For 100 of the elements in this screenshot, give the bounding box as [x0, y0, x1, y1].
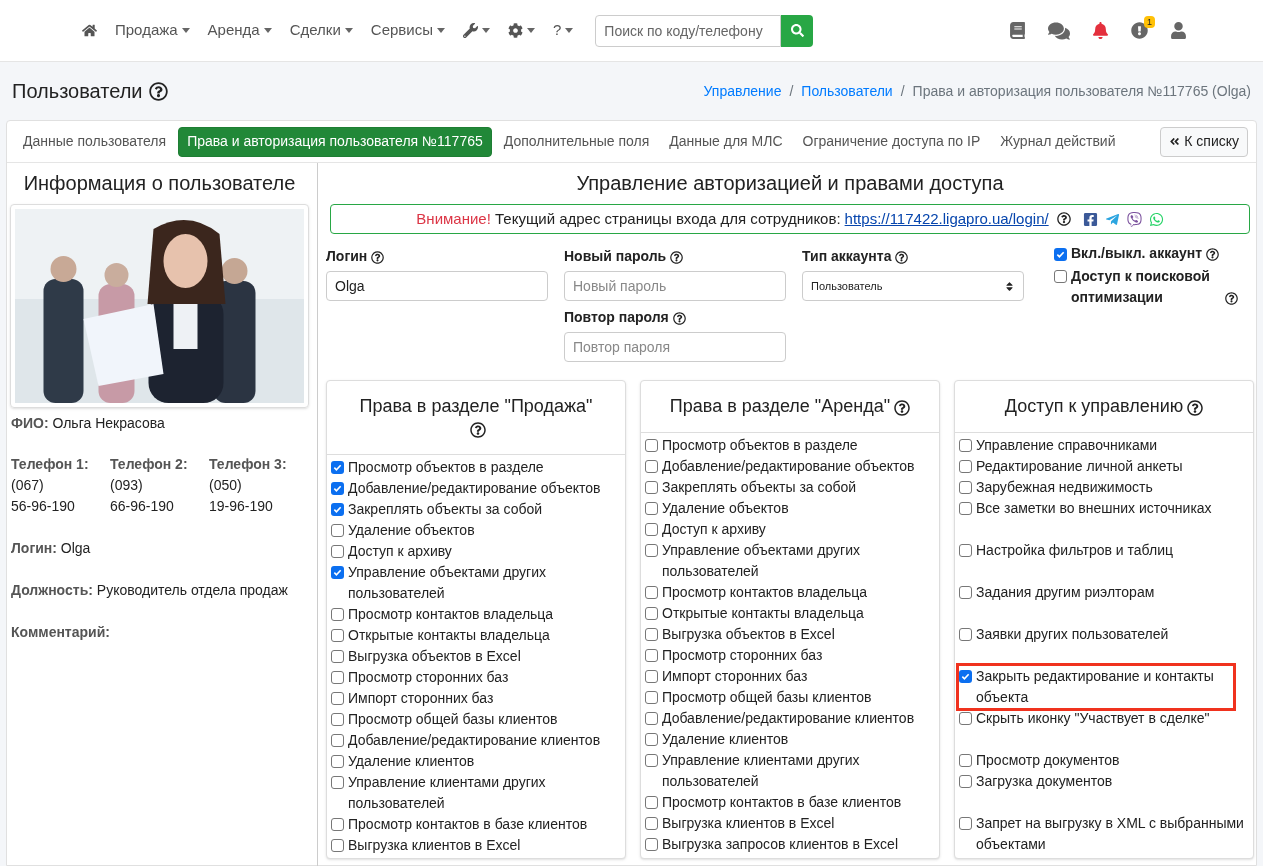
checkbox[interactable] — [645, 439, 658, 452]
checkbox[interactable] — [645, 481, 658, 494]
help-icon[interactable] — [148, 81, 168, 101]
breadcrumb-link[interactable]: Управление — [703, 80, 782, 102]
checkbox[interactable] — [331, 776, 344, 789]
checkbox[interactable] — [331, 461, 344, 474]
repeat-password-field[interactable]: Повтор пароля — [564, 332, 786, 362]
checkbox[interactable] — [959, 586, 972, 599]
checkbox[interactable] — [645, 649, 658, 662]
checkbox[interactable] — [331, 734, 344, 747]
nav-menu[interactable] — [462, 23, 490, 38]
tab[interactable]: Журнал действий — [992, 126, 1124, 157]
checkbox[interactable] — [645, 544, 658, 557]
checkbox-label: Добавление/редактирование клиентов — [348, 731, 601, 750]
help-icon[interactable] — [470, 421, 486, 438]
checkbox[interactable] — [959, 628, 972, 641]
checkbox[interactable] — [331, 482, 344, 495]
back-to-list-button[interactable]: К списку — [1160, 126, 1248, 157]
phone-label: Телефон 1: — [11, 455, 90, 474]
checkbox[interactable] — [331, 503, 344, 516]
help-icon[interactable] — [371, 250, 385, 264]
checkbox[interactable] — [1054, 270, 1067, 283]
checkbox[interactable] — [645, 670, 658, 683]
checkbox[interactable] — [959, 439, 972, 452]
checkbox[interactable] — [645, 628, 658, 641]
breadcrumb-link[interactable]: Пользователи — [801, 80, 893, 102]
help-icon[interactable] — [895, 250, 909, 264]
checkbox[interactable] — [959, 775, 972, 788]
checkbox[interactable] — [959, 817, 972, 830]
checkbox[interactable] — [959, 481, 972, 494]
checkbox-label: Импорт сторонних баз — [348, 689, 494, 708]
checkbox[interactable] — [645, 586, 658, 599]
search-field[interactable]: Поиск по коду/телефону — [595, 14, 782, 47]
help-icon[interactable] — [1056, 212, 1071, 226]
help-icon[interactable] — [670, 250, 684, 264]
alert-button[interactable] — [1131, 22, 1148, 39]
book-button[interactable] — [1009, 22, 1026, 39]
help-icon[interactable] — [894, 399, 911, 416]
new-password-field[interactable]: Новый пароль — [564, 271, 786, 301]
checkbox[interactable] — [959, 670, 972, 683]
facebook-icon[interactable] — [1082, 211, 1098, 227]
help-icon[interactable] — [1206, 247, 1220, 261]
checkbox[interactable] — [1054, 248, 1067, 261]
nav-menu[interactable]: Продажа — [115, 19, 190, 42]
nav-menu[interactable]: Сделки — [289, 19, 353, 42]
checkbox[interactable] — [331, 839, 344, 852]
tab[interactable]: Права и авторизация пользователя №117765 — [178, 126, 492, 157]
checkbox[interactable] — [959, 502, 972, 515]
checkbox[interactable] — [645, 838, 658, 851]
checkbox[interactable] — [331, 545, 344, 558]
search-button[interactable] — [781, 14, 814, 47]
checkbox[interactable] — [331, 566, 344, 579]
checkbox[interactable] — [645, 733, 658, 746]
checkbox[interactable] — [645, 523, 658, 536]
nav-menu[interactable]: Сервисы — [370, 19, 445, 42]
login-url-link[interactable]: https://117422.ligapro.ua/login/ — [844, 207, 1049, 231]
checkbox[interactable] — [331, 629, 344, 642]
checkbox[interactable] — [331, 713, 344, 726]
checkbox[interactable] — [959, 712, 972, 725]
checkbox[interactable] — [331, 524, 344, 537]
checkbox-label: Добавление/редактирование объектов — [662, 457, 915, 476]
checkbox[interactable] — [331, 755, 344, 768]
login-field[interactable]: Olga — [326, 271, 548, 301]
checkbox[interactable] — [959, 754, 972, 767]
checkbox[interactable] — [331, 692, 344, 705]
checkbox[interactable] — [645, 796, 658, 809]
checkbox-label: Управление объектами других пользователей — [662, 541, 861, 581]
viber-icon[interactable] — [1126, 211, 1142, 227]
checkbox-label: Задания другим риэлторам — [976, 583, 1155, 602]
account-type-select[interactable]: Пользователь — [802, 271, 1024, 301]
checkbox[interactable] — [645, 817, 658, 830]
checkbox[interactable] — [959, 544, 972, 557]
help-icon[interactable] — [1225, 292, 1238, 305]
bell-button[interactable] — [1092, 22, 1109, 39]
tab[interactable]: Дополнительные поля — [495, 126, 658, 157]
checkbox[interactable] — [645, 607, 658, 620]
telegram-icon[interactable] — [1104, 211, 1120, 227]
checkbox[interactable] — [645, 502, 658, 515]
double-chevron-icon — [1169, 136, 1181, 147]
tab[interactable]: Данные для МЛС — [661, 126, 791, 157]
nav-menu[interactable]: Аренда — [207, 19, 272, 42]
user-button[interactable] — [1170, 22, 1187, 39]
checkbox[interactable] — [331, 671, 344, 684]
nav-menu[interactable]: ? — [552, 19, 574, 42]
checkbox[interactable] — [645, 460, 658, 473]
checkbox[interactable] — [645, 712, 658, 725]
checkbox-label: Удаление объектов — [662, 499, 789, 518]
help-icon[interactable] — [1187, 399, 1204, 416]
help-icon[interactable] — [672, 311, 686, 325]
checkbox[interactable] — [331, 650, 344, 663]
checkbox[interactable] — [331, 608, 344, 621]
checkbox[interactable] — [959, 460, 972, 473]
tab[interactable]: Ограничение доступа по IP — [794, 126, 989, 157]
checkbox[interactable] — [645, 691, 658, 704]
tab[interactable]: Данные пользователя — [15, 126, 175, 157]
home-button[interactable] — [82, 23, 97, 38]
user-icon — [1170, 22, 1187, 39]
checkbox[interactable] — [331, 818, 344, 831]
nav-menu[interactable] — [507, 23, 535, 38]
checkbox[interactable] — [645, 754, 658, 767]
